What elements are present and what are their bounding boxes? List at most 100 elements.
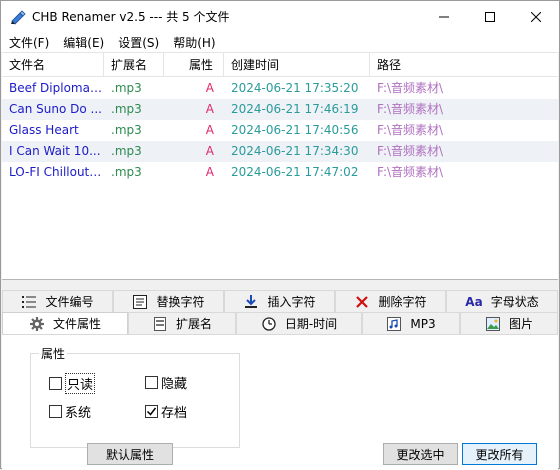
column-header-filename[interactable]: 文件名: [2, 53, 104, 77]
cell-attribute: A: [205, 144, 214, 158]
system-checkbox-box[interactable]: [49, 405, 62, 418]
hidden-checkbox-box[interactable]: [145, 376, 158, 389]
tab-mp3[interactable]: MP3: [362, 312, 460, 334]
archive-checkbox[interactable]: 存档: [145, 402, 187, 421]
tab-insert[interactable]: 插入字符: [224, 290, 335, 312]
cell-extension: .mp3: [111, 102, 142, 116]
minimize-button[interactable]: [421, 1, 467, 32]
tab-date-time-label: 日期-时间: [284, 317, 338, 331]
cell-path: F:\音频素材\: [377, 165, 444, 179]
tab-picture[interactable]: 图片: [460, 312, 558, 334]
cell-attribute: A: [205, 123, 214, 137]
attributes-legend: 属性: [39, 345, 68, 362]
cell-extension: .mp3: [111, 81, 142, 95]
cell-attribute: A: [205, 81, 214, 95]
hidden-label: 隐藏: [161, 377, 188, 392]
tab-delete-label: 删除字符: [378, 295, 427, 309]
tab-letter-case-label: 字母状态: [490, 295, 539, 309]
menu-bar: 文件(F) 编辑(E) 设置(S) 帮助(H): [1, 32, 559, 52]
cell-path: F:\音频素材\: [377, 144, 444, 158]
tab-letter-case[interactable]: Aa 字母状态: [446, 290, 558, 312]
gear-icon: [29, 316, 45, 332]
tab-picture-label: 图片: [508, 317, 533, 331]
tab-file-number[interactable]: 文件编号: [2, 290, 113, 312]
tab-replace[interactable]: 替换字符: [113, 290, 224, 312]
tab-row-2: 文件属性 扩展名 日期-时间 MP3 图片: [2, 312, 558, 334]
app-window: CHB Renamer v2.5 --- 共 5 个文件 文件(F) 编辑(E)…: [0, 0, 560, 470]
tab-insert-label: 插入字符: [267, 295, 316, 309]
column-header-created[interactable]: 创建时间: [224, 53, 370, 77]
window-title: CHB Renamer v2.5 --- 共 5 个文件: [32, 10, 230, 24]
menu-settings[interactable]: 设置(S): [110, 34, 165, 51]
default-attributes-button[interactable]: 默认属性: [87, 443, 173, 465]
cell-created: 2024-06-21 17:46:19: [231, 102, 359, 116]
cell-filename: Can Suno Do ...: [9, 102, 102, 116]
clock-icon: [261, 316, 277, 332]
letter-case-icon: Aa: [465, 294, 483, 309]
change-all-button[interactable]: 更改所有: [462, 443, 537, 465]
column-header-extension[interactable]: 扩展名: [104, 53, 164, 77]
cell-path: F:\音频素材\: [377, 123, 444, 137]
change-selected-button[interactable]: 更改选中: [383, 443, 458, 465]
cell-attribute: A: [205, 165, 214, 179]
cell-extension: .mp3: [111, 165, 142, 179]
readonly-label: 只读: [65, 373, 96, 394]
maximize-icon: [485, 11, 495, 22]
table-row[interactable]: LO-FI Chillout ... .mp3 A 2024-06-21 17:…: [2, 162, 558, 183]
cell-extension: .mp3: [111, 144, 142, 158]
file-list[interactable]: 文件名 扩展名 属性 创建时间 路径 Beef Diplomat... .mp3…: [2, 52, 558, 280]
readonly-checkbox-box[interactable]: [49, 377, 62, 390]
cell-created: 2024-06-21 17:34:30: [231, 144, 359, 158]
replace-icon: [132, 294, 148, 310]
table-row[interactable]: I Can Wait 10... .mp3 A 2024-06-21 17:34…: [2, 141, 558, 162]
extension-icon: [152, 316, 168, 332]
table-row[interactable]: Beef Diplomat... .mp3 A 2024-06-21 17:35…: [2, 78, 558, 99]
maximize-button[interactable]: [467, 1, 513, 32]
tab-file-attributes-label: 文件属性: [52, 317, 101, 331]
insert-icon: [243, 294, 259, 310]
close-button[interactable]: [513, 1, 559, 32]
tab-replace-label: 替换字符: [156, 295, 205, 309]
readonly-checkbox[interactable]: 只读: [49, 373, 96, 394]
menu-file[interactable]: 文件(F): [1, 34, 55, 51]
cell-created: 2024-06-21 17:35:20: [231, 81, 359, 95]
list-number-icon: [21, 294, 37, 310]
cell-path: F:\音频素材\: [377, 102, 444, 116]
cell-created: 2024-06-21 17:40:56: [231, 123, 359, 137]
table-row[interactable]: Glass Heart .mp3 A 2024-06-21 17:40:56 F…: [2, 120, 558, 141]
tab-file-number-label: 文件编号: [45, 295, 94, 309]
system-label: 系统: [65, 406, 92, 421]
attributes-group: 属性 只读 隐藏 系统 存档: [30, 345, 240, 448]
table-row[interactable]: Can Suno Do ... .mp3 A 2024-06-21 17:46:…: [2, 99, 558, 120]
delete-icon: [354, 294, 370, 310]
archive-checkbox-box[interactable]: [145, 405, 158, 418]
cell-created: 2024-06-21 17:47:02: [231, 165, 359, 179]
tab-extension-label: 扩展名: [175, 317, 212, 331]
system-checkbox[interactable]: 系统: [49, 402, 91, 421]
tab-file-attributes[interactable]: 文件属性: [2, 312, 128, 334]
menu-help[interactable]: 帮助(H): [165, 34, 221, 51]
tab-date-time[interactable]: 日期-时间: [236, 312, 362, 334]
column-header-attribute[interactable]: 属性: [164, 53, 224, 77]
picture-icon: [485, 316, 501, 332]
app-icon: [11, 9, 26, 25]
cell-path: F:\音频素材\: [377, 81, 444, 95]
tab-extension[interactable]: 扩展名: [128, 312, 236, 334]
column-header-path[interactable]: 路径: [370, 53, 558, 77]
minimize-icon: [439, 16, 449, 17]
cell-filename: Glass Heart: [9, 123, 79, 137]
tab-mp3-label: MP3: [410, 316, 436, 331]
tab-row-1: 文件编号 替换字符 插入字符 删除字符 Aa 字母状态: [2, 290, 558, 312]
mp3-icon: [386, 316, 402, 332]
attributes-panel: 属性 只读 隐藏 系统 存档 默认属性 更改选中 更改所有: [2, 334, 558, 470]
list-header: 文件名 扩展名 属性 创建时间 路径: [2, 53, 558, 77]
cell-extension: .mp3: [111, 123, 142, 137]
cell-attribute: A: [205, 102, 214, 116]
cell-filename: LO-FI Chillout ...: [9, 165, 104, 179]
cell-filename: Beef Diplomat...: [9, 81, 104, 95]
menu-edit[interactable]: 编辑(E): [55, 34, 110, 51]
tab-delete[interactable]: 删除字符: [335, 290, 446, 312]
title-bar: CHB Renamer v2.5 --- 共 5 个文件: [1, 1, 559, 32]
close-icon: [531, 11, 541, 22]
hidden-checkbox[interactable]: 隐藏: [145, 373, 187, 392]
